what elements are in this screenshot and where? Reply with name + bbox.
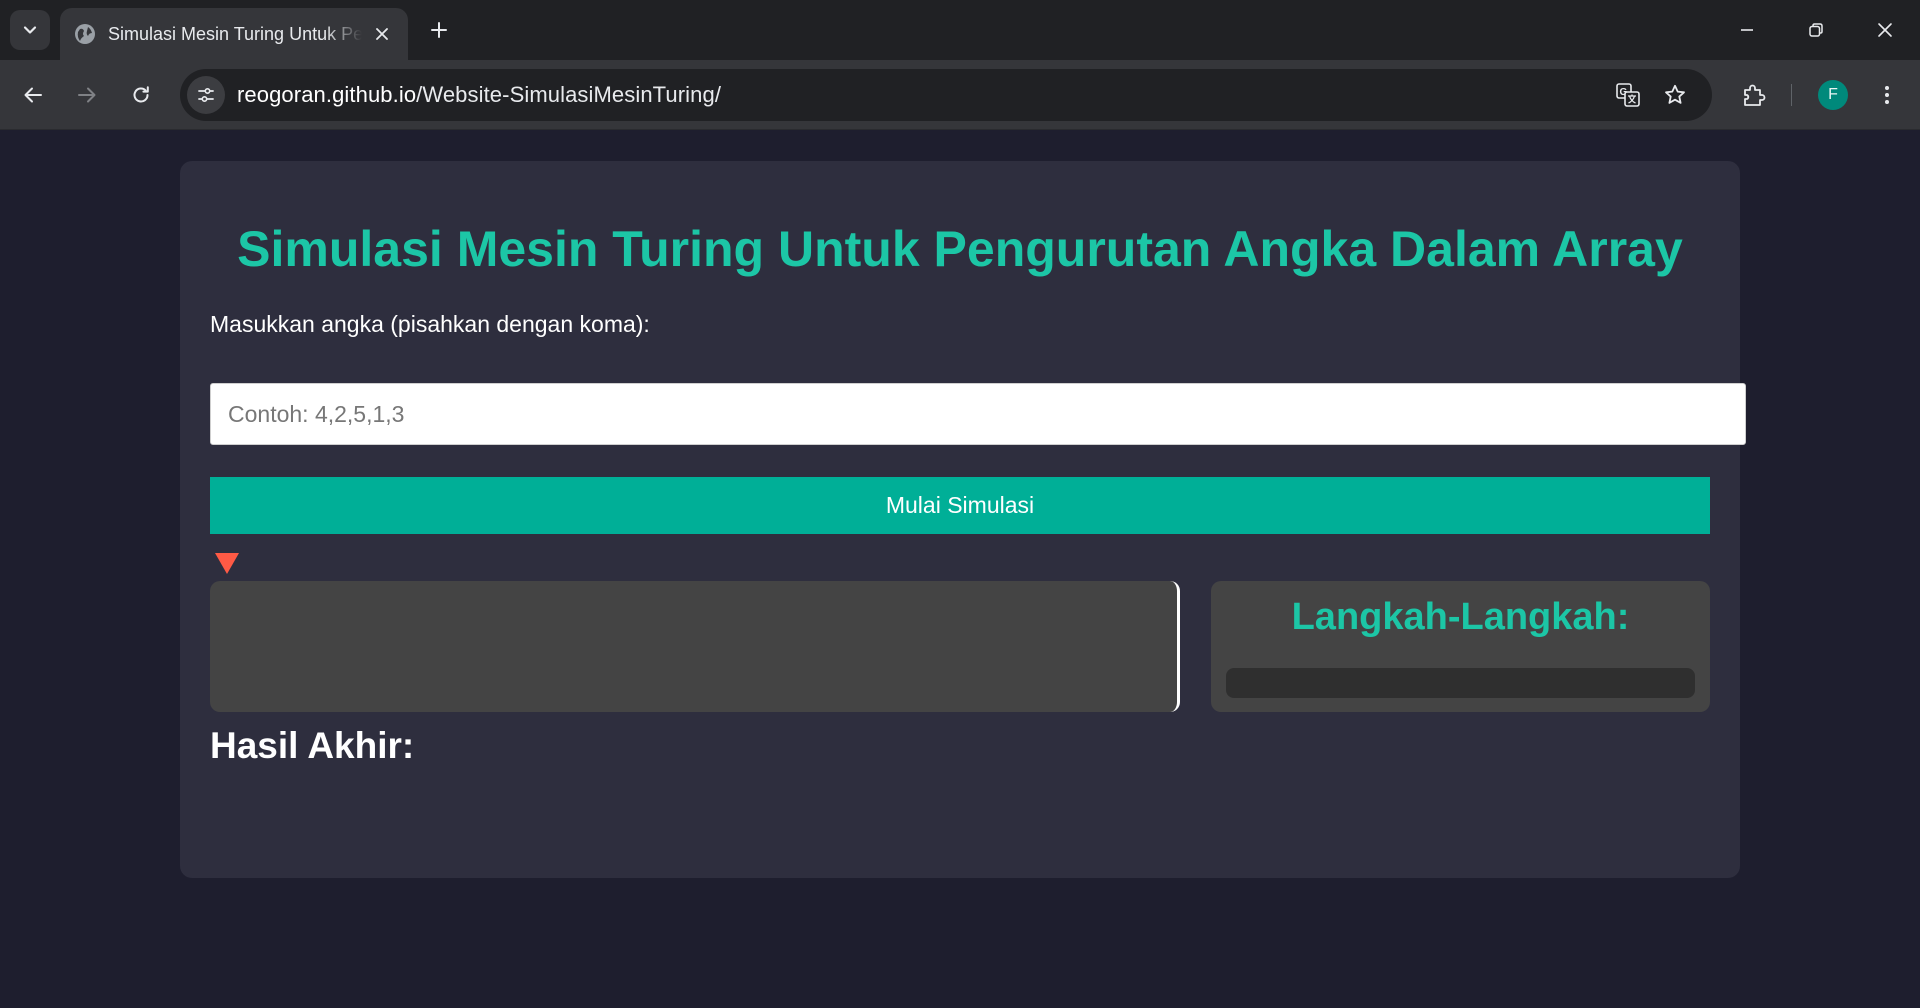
tab-title: Simulasi Mesin Turing Untuk Pengurutan A… bbox=[108, 23, 362, 44]
star-icon bbox=[1665, 84, 1685, 104]
steps-panel: Langkah-Langkah: bbox=[1211, 581, 1710, 712]
arrow-right-icon bbox=[78, 87, 96, 103]
close-icon bbox=[1878, 23, 1892, 37]
site-info-button[interactable] bbox=[187, 76, 225, 114]
profile-avatar[interactable]: F bbox=[1818, 80, 1848, 110]
new-tab-button[interactable] bbox=[425, 16, 453, 44]
reload-button[interactable] bbox=[123, 77, 159, 113]
input-label: Masukkan angka (pisahkan dengan koma): bbox=[210, 311, 650, 337]
minimize-icon bbox=[1741, 29, 1753, 31]
tune-icon bbox=[198, 87, 214, 103]
triangle-down-icon bbox=[215, 553, 239, 574]
translate-button[interactable]: G bbox=[1611, 78, 1645, 112]
url-host: reogoran.github.io bbox=[237, 82, 417, 107]
result-title: Hasil Akhir: bbox=[210, 725, 415, 766]
steps-title: Langkah-Langkah: bbox=[1291, 596, 1630, 638]
bookmark-button[interactable] bbox=[1658, 78, 1692, 112]
numbers-input[interactable] bbox=[210, 383, 1746, 445]
chevron-down-icon bbox=[23, 26, 37, 34]
restore-icon bbox=[1809, 23, 1823, 37]
restore-button[interactable] bbox=[1800, 14, 1832, 46]
kebab-menu-icon bbox=[1885, 86, 1889, 104]
browser-toolbar: reogoran.github.io/Website-SimulasiMesin… bbox=[0, 60, 1920, 130]
tab-close-button[interactable] bbox=[370, 22, 394, 46]
toolbar-separator bbox=[1791, 84, 1792, 106]
active-tab[interactable]: Simulasi Mesin Turing Untuk Pengurutan A… bbox=[60, 8, 408, 60]
forward-button[interactable] bbox=[69, 77, 105, 113]
url-text[interactable]: reogoran.github.io/Website-SimulasiMesin… bbox=[237, 82, 721, 108]
extensions-button[interactable] bbox=[1737, 78, 1771, 112]
back-button[interactable] bbox=[15, 77, 51, 113]
turing-tape bbox=[210, 581, 1180, 712]
tab-search-button[interactable] bbox=[10, 10, 50, 50]
simulator-card: Simulasi Mesin Turing Untuk Pengurutan A… bbox=[180, 161, 1746, 878]
page-viewport: Simulasi Mesin Turing Untuk Pengurutan A… bbox=[0, 131, 1920, 1008]
translate-icon: G bbox=[1616, 83, 1640, 107]
arrow-left-icon bbox=[24, 87, 42, 103]
minimize-button[interactable] bbox=[1731, 14, 1763, 46]
page-title: Simulasi Mesin Turing Untuk Pengurutan A… bbox=[237, 221, 1683, 277]
tab-strip: Simulasi Mesin Turing Untuk Pengurutan A… bbox=[0, 0, 1920, 60]
globe-icon bbox=[75, 24, 95, 44]
puzzle-icon bbox=[1744, 84, 1766, 106]
plus-icon bbox=[431, 22, 447, 38]
steps-list bbox=[1226, 668, 1695, 698]
browser-menu-button[interactable] bbox=[1870, 78, 1904, 112]
reload-icon bbox=[133, 86, 149, 103]
start-simulation-button[interactable]: Mulai Simulasi bbox=[210, 477, 1710, 534]
close-window-button[interactable] bbox=[1869, 14, 1901, 46]
address-bar[interactable]: reogoran.github.io/Website-SimulasiMesin… bbox=[180, 69, 1712, 121]
close-icon bbox=[376, 28, 388, 40]
url-path: /Website-SimulasiMesinTuring/ bbox=[416, 82, 722, 107]
